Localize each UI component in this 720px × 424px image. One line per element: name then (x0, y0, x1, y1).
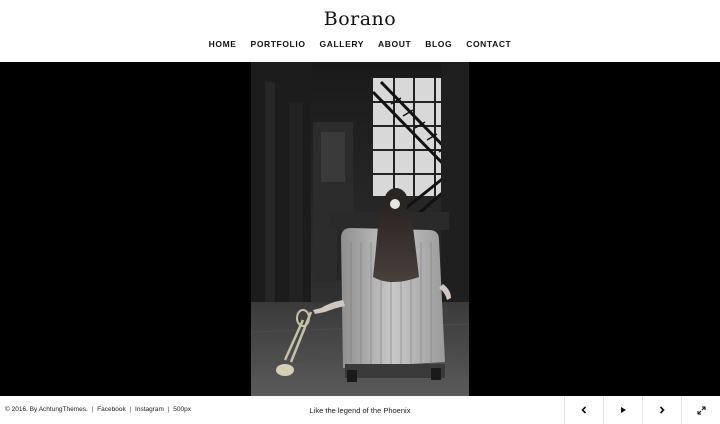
prev-button[interactable] (564, 396, 603, 424)
play-icon (621, 407, 626, 413)
site-title[interactable]: Borano (0, 8, 720, 30)
chevron-right-icon (659, 406, 665, 414)
fullscreen-button[interactable] (681, 396, 720, 424)
expand-icon (696, 405, 706, 415)
play-button[interactable] (603, 396, 642, 424)
chevron-left-icon (581, 406, 587, 414)
gallery-stage (0, 62, 720, 396)
nav-item-home[interactable]: HOME (209, 39, 237, 49)
nav-item-contact[interactable]: CONTACT (466, 39, 511, 49)
nav-item-blog[interactable]: BLOG (425, 39, 452, 49)
site-footer: © 2016. By AchtungThemes. | Facebook | I… (0, 396, 720, 424)
site-header: Borano HOME PORTFOLIO GALLERY ABOUT BLOG… (0, 0, 720, 62)
main-nav: HOME PORTFOLIO GALLERY ABOUT BLOG CONTAC… (0, 39, 720, 49)
next-button[interactable] (642, 396, 681, 424)
gallery-photo (251, 62, 469, 396)
nav-item-gallery[interactable]: GALLERY (320, 39, 365, 49)
nav-item-portfolio[interactable]: PORTFOLIO (251, 39, 306, 49)
nav-item-about[interactable]: ABOUT (378, 39, 411, 49)
